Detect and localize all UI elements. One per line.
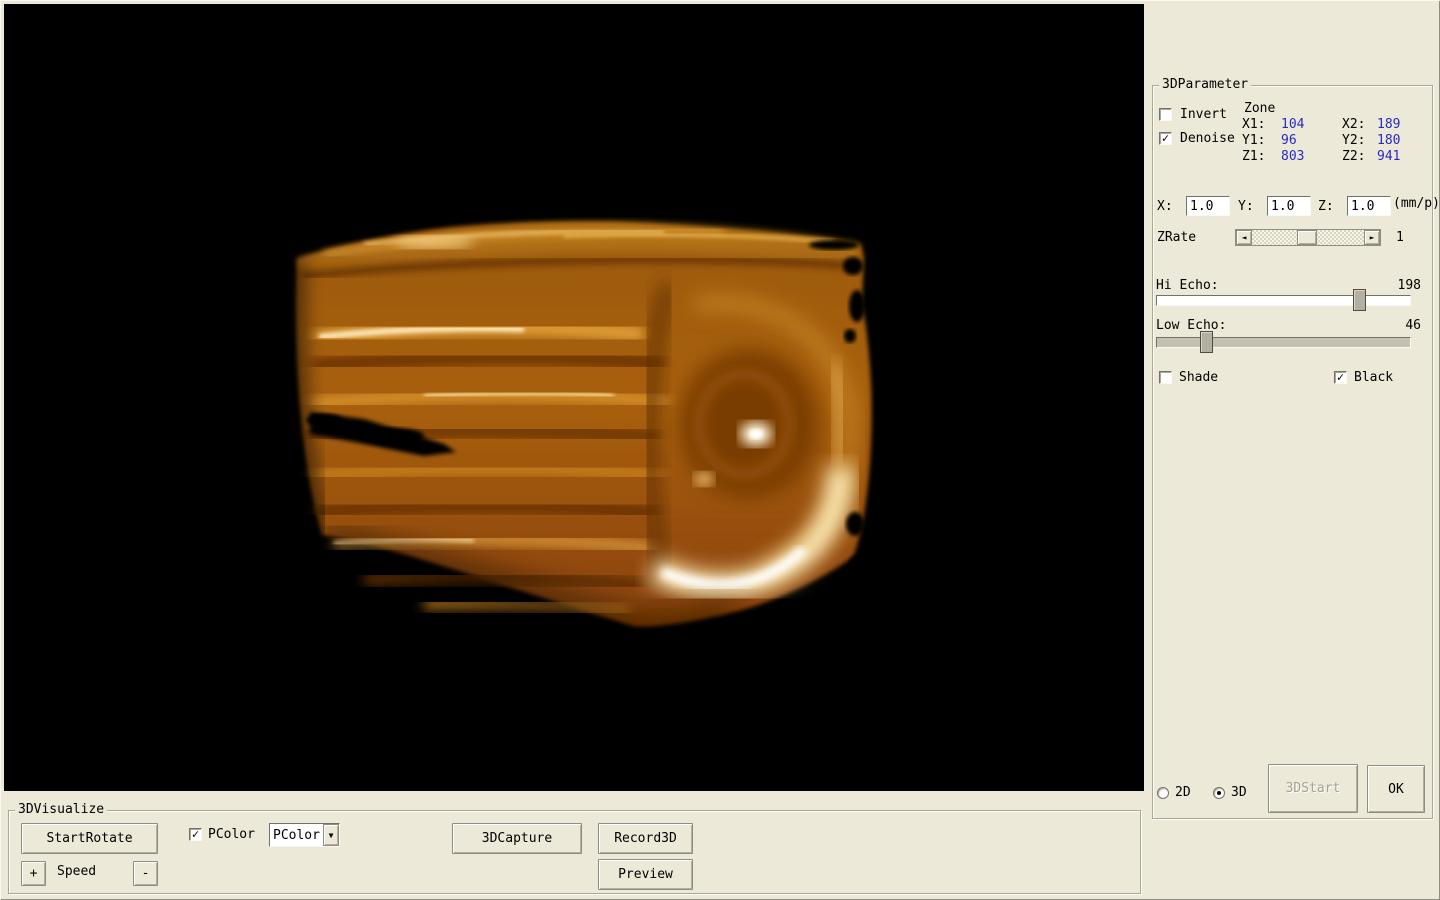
check-icon: ✓ <box>1162 133 1169 143</box>
scale-z-label: Z: <box>1318 199 1334 214</box>
mode-3d-label: 3D <box>1231 785 1247 800</box>
hi-echo-label: Hi Echo: <box>1156 278 1219 293</box>
low-echo-slider-thumb[interactable] <box>1200 331 1213 353</box>
zrate-value: 1 <box>1396 230 1404 245</box>
zone-y1-value: 96 <box>1281 133 1297 148</box>
black-label: Black <box>1354 370 1393 385</box>
mode-2d-label: 2D <box>1175 785 1191 800</box>
capture3d-button[interactable]: 3DCapture <box>452 823 582 854</box>
record3d-button[interactable]: Record3D <box>598 823 693 854</box>
scale-z-input[interactable] <box>1347 196 1391 216</box>
mode-2d-radio[interactable] <box>1157 787 1169 799</box>
scale-y-input[interactable] <box>1267 196 1311 216</box>
low-echo-value: 46 <box>1381 318 1421 333</box>
low-echo-slider[interactable] <box>1156 337 1411 348</box>
zrate-label: ZRate <box>1157 230 1196 245</box>
zone-z2-label: Z2: <box>1342 149 1365 164</box>
low-echo-label: Low Echo: <box>1156 318 1226 333</box>
pcolor-label: PColor <box>208 827 255 842</box>
hi-echo-slider[interactable] <box>1156 295 1411 306</box>
scroll-right-icon: ► <box>1370 233 1375 242</box>
denoise-checkbox[interactable]: ✓ <box>1159 132 1172 145</box>
speed-label: Speed <box>57 864 96 879</box>
zone-x1-label: X1: <box>1242 117 1265 132</box>
scale-x-input[interactable] <box>1186 196 1230 216</box>
zrate-scrollbar[interactable]: ◄ ► <box>1235 229 1381 246</box>
black-checkbox[interactable]: ✓ <box>1334 371 1347 384</box>
volume-render-3d <box>4 4 1144 791</box>
scale-y-label: Y: <box>1238 199 1254 214</box>
zone-y2-label: Y2: <box>1342 133 1365 148</box>
pcolor-select[interactable]: PColor ▼ <box>269 823 340 847</box>
speed-plus-button[interactable]: + <box>21 861 46 886</box>
zone-z2-value: 941 <box>1377 149 1400 164</box>
invert-checkbox[interactable] <box>1159 108 1172 121</box>
check-icon: ✓ <box>192 829 199 839</box>
zrate-scroll-left-button[interactable]: ◄ <box>1236 230 1252 245</box>
zone-x2-value: 189 <box>1377 117 1400 132</box>
scale-unit-label: (mm/p) <box>1393 196 1440 211</box>
zone-x1-value: 104 <box>1281 117 1304 132</box>
pcolor-select-button[interactable]: ▼ <box>323 824 339 846</box>
hi-echo-value: 198 <box>1381 278 1421 293</box>
zrate-scroll-right-button[interactable]: ► <box>1364 230 1380 245</box>
speed-minus-button[interactable]: - <box>133 861 158 886</box>
zone-z1-label: Z1: <box>1242 149 1265 164</box>
shade-checkbox[interactable] <box>1159 371 1172 384</box>
zone-x2-label: X2: <box>1342 117 1365 132</box>
application-window: 3DParameter Invert ✓ Denoise Zone X1: 10… <box>0 0 1440 900</box>
zone-y1-label: Y1: <box>1242 133 1265 148</box>
mode-3d-radio[interactable] <box>1213 787 1225 799</box>
start-rotate-button[interactable]: StartRotate <box>21 823 158 854</box>
scroll-left-icon: ◄ <box>1242 233 1247 242</box>
zone-z1-value: 803 <box>1281 149 1304 164</box>
preview-button[interactable]: Preview <box>598 859 693 890</box>
param-groupbox: 3DParameter Invert ✓ Denoise Zone X1: 10… <box>1152 85 1433 819</box>
ok-button[interactable]: OK <box>1367 765 1425 813</box>
shade-label: Shade <box>1179 370 1218 385</box>
chevron-down-icon: ▼ <box>329 831 334 840</box>
zone-title: Zone <box>1244 101 1275 116</box>
pcolor-select-value: PColor <box>270 827 323 844</box>
invert-label: Invert <box>1180 107 1227 122</box>
visualize-groupbox: 3DVisualize StartRotate ✓ PColor PColor … <box>8 810 1141 894</box>
check-icon: ✓ <box>1337 372 1344 382</box>
start3d-button[interactable]: 3DStart <box>1268 764 1358 813</box>
zrate-scroll-thumb[interactable] <box>1297 230 1317 245</box>
scale-x-label: X: <box>1157 199 1173 214</box>
visualize-groupbox-title: 3DVisualize <box>15 802 107 817</box>
denoise-label: Denoise <box>1180 131 1235 146</box>
render-viewport[interactable] <box>4 4 1144 791</box>
hi-echo-slider-thumb[interactable] <box>1353 289 1366 311</box>
zone-y2-value: 180 <box>1377 133 1400 148</box>
param-groupbox-title: 3DParameter <box>1159 77 1251 92</box>
pcolor-checkbox[interactable]: ✓ <box>189 828 202 841</box>
